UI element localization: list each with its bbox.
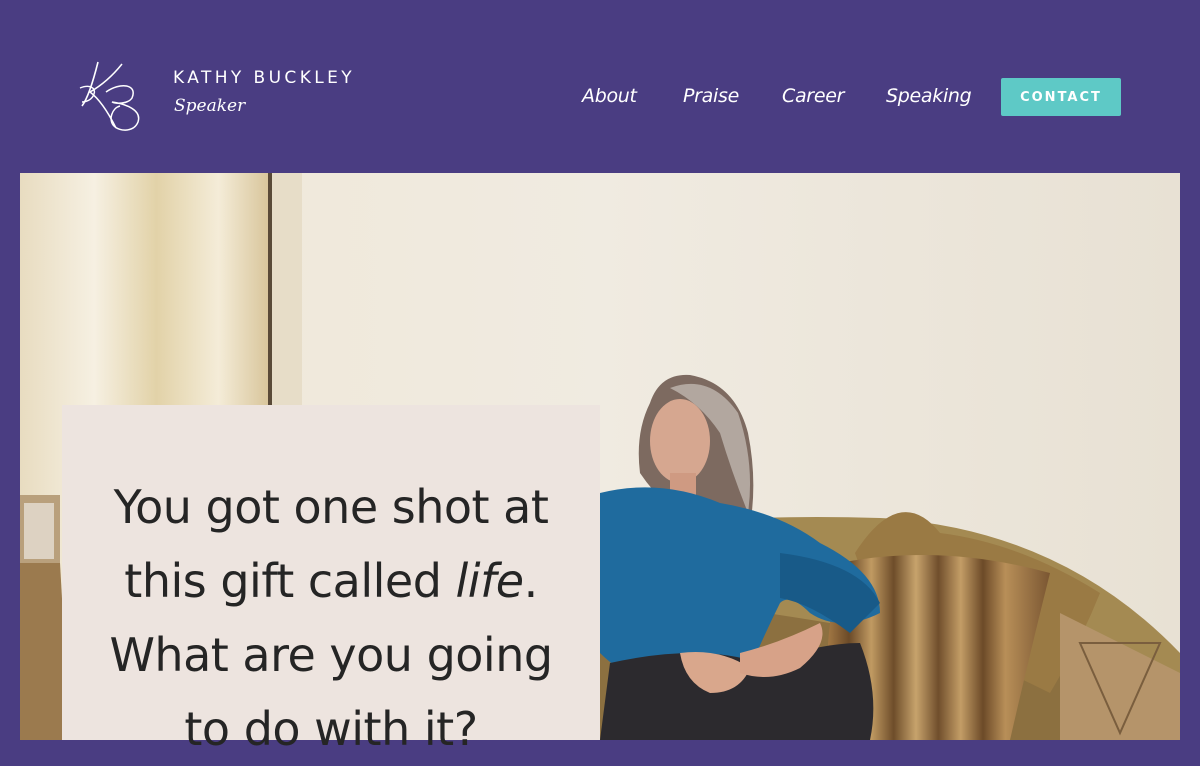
brand-tagline: Speaker: [174, 96, 246, 116]
quote-line-1: You got one shot at: [113, 480, 549, 534]
contact-button[interactable]: CONTACT: [1001, 78, 1121, 116]
brand-name[interactable]: KATHY BUCKLEY: [173, 68, 355, 88]
hero-quote: You got one shot at this gift called lif…: [62, 470, 600, 766]
quote-line-2-suffix: .: [523, 554, 539, 608]
kb-monogram-icon[interactable]: [76, 58, 148, 134]
nav-career[interactable]: Career: [782, 85, 844, 107]
quote-line-2: this gift called life.: [62, 544, 600, 618]
quote-emphasis: life: [455, 554, 525, 608]
quote-line-3: What are you going: [109, 628, 553, 682]
nav-praise[interactable]: Praise: [683, 85, 739, 107]
quote-card: You got one shot at this gift called lif…: [62, 405, 600, 756]
site-header: KATHY BUCKLEY Speaker About Praise Caree…: [0, 0, 1200, 173]
nav-speaking[interactable]: Speaking: [886, 85, 972, 107]
quote-line-2-prefix: this gift called: [124, 554, 456, 608]
quote-line-4: to do with it?: [184, 702, 478, 756]
nav-about[interactable]: About: [582, 85, 637, 107]
